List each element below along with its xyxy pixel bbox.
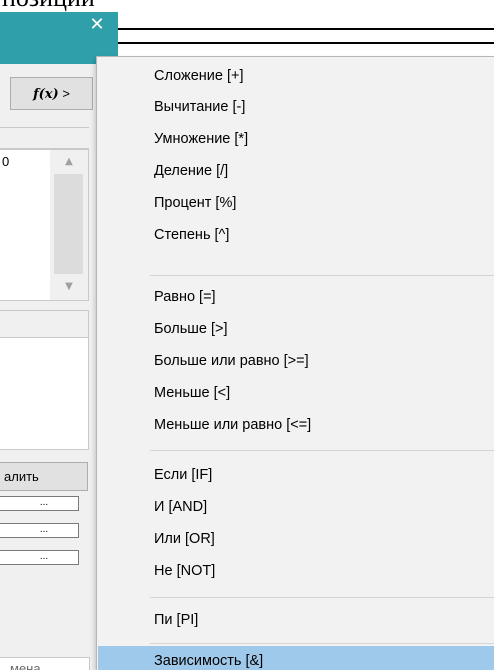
menu-item-less-equal[interactable]: Меньше или равно [<=] — [98, 410, 494, 441]
menu-separator — [150, 597, 494, 598]
menu-separator — [150, 450, 494, 451]
document-rule — [118, 28, 494, 30]
browse-button[interactable]: ... — [0, 496, 79, 511]
menu-item-percent[interactable]: Процент [%] — [98, 188, 494, 219]
menu-item-multiplication[interactable]: Умножение [*] — [98, 124, 494, 155]
scroll-up-arrow-icon[interactable]: ▲ — [50, 152, 88, 172]
list-item[interactable]: 0 — [2, 154, 9, 169]
menu-item-or[interactable]: Или [OR] — [98, 524, 494, 555]
menu-item-not[interactable]: Не [NOT] — [98, 556, 494, 587]
menu-item-if[interactable]: Если [IF] — [98, 460, 494, 491]
function-icon: f(x) — [33, 87, 59, 102]
document-rule — [118, 42, 494, 44]
menu-item-and[interactable]: И [AND] — [98, 492, 494, 523]
table-body[interactable] — [0, 338, 89, 450]
menu-separator — [150, 275, 494, 276]
menu-item-dependency[interactable]: Зависимость [&] — [98, 646, 494, 670]
menu-item-power[interactable]: Степень [^] — [98, 220, 494, 251]
menu-item-division[interactable]: Деление [/] — [98, 156, 494, 187]
menu-item-less[interactable]: Меньше [<] — [98, 378, 494, 409]
list-header — [0, 127, 89, 149]
scroll-thumb[interactable] — [54, 174, 83, 274]
delete-button[interactable]: алить — [0, 462, 88, 491]
vertical-scrollbar[interactable]: ▲ ▼ — [50, 150, 88, 300]
scroll-down-arrow-icon[interactable]: ▼ — [50, 277, 88, 297]
cancel-button[interactable]: мена — [0, 657, 90, 670]
menu-item-equal[interactable]: Равно [=] — [98, 282, 494, 313]
menu-item-pi[interactable]: Пи [PI] — [98, 605, 494, 636]
table-header — [0, 310, 89, 338]
menu-item-greater-equal[interactable]: Больше или равно [>=] — [98, 346, 494, 377]
function-dropdown-menu: Сложение [+] Вычитание [-] Умножение [*]… — [96, 56, 494, 670]
chevron-right-icon: > — [62, 86, 70, 101]
close-icon[interactable]: ✕ — [82, 14, 112, 36]
function-menu-button[interactable]: f(x) > — [10, 77, 93, 110]
browse-button[interactable]: ... — [0, 550, 79, 565]
browse-button[interactable]: ... — [0, 523, 79, 538]
menu-item-addition[interactable]: Сложение [+] — [98, 61, 494, 92]
menu-separator — [150, 643, 494, 644]
menu-item-subtraction[interactable]: Вычитание [-] — [98, 92, 494, 123]
menu-item-greater[interactable]: Больше [>] — [98, 314, 494, 345]
field-listbox[interactable]: 0 ▲ ▼ — [0, 149, 89, 301]
